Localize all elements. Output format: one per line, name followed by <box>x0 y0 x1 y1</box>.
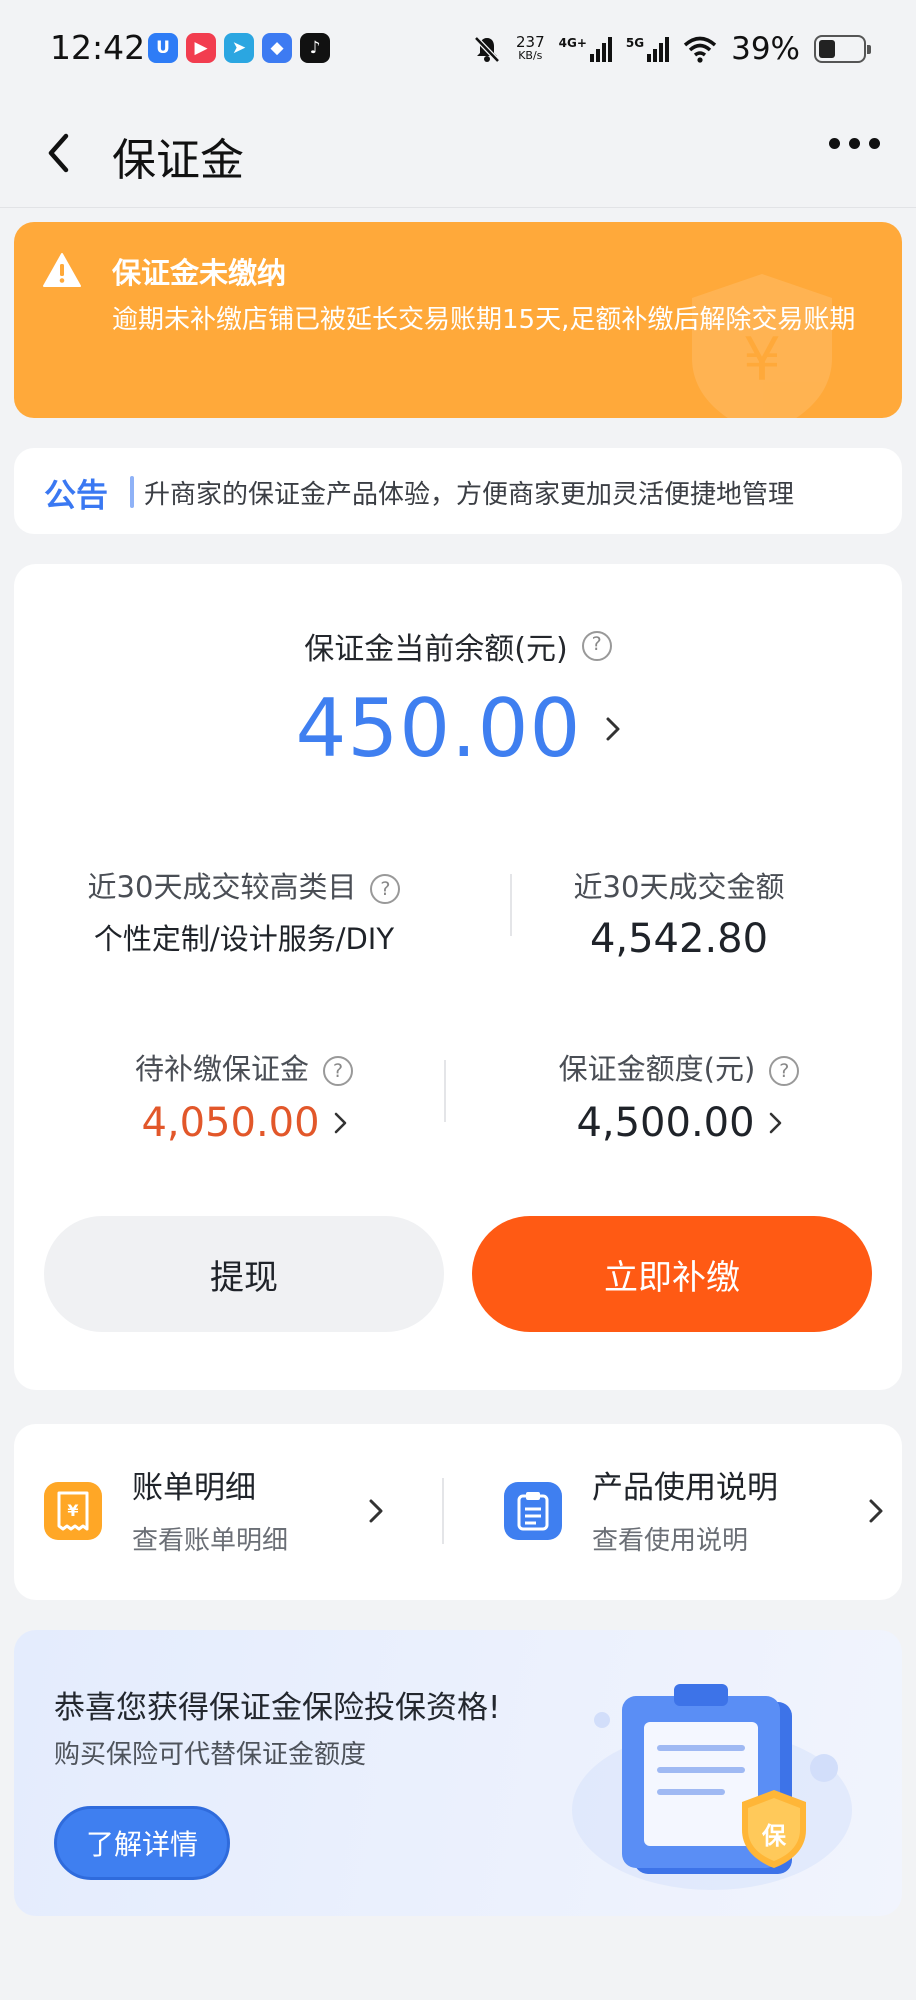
top-category-label: 近30天成交较高类目 <box>87 870 357 904</box>
top-category-value: 个性定制/设计服务/DIY <box>93 922 395 956</box>
product-guide-title: 产品使用说明 <box>592 1470 778 1506</box>
insurance-promo-banner: 恭喜您获得保证金保险投保资格! 购买保险可代替保证金额度 了解详情 保 <box>14 1630 902 1916</box>
mute-bell-icon <box>474 36 500 63</box>
balance-label-row: 保证金当前余额(元)? <box>14 624 902 668</box>
pending-deposit-label: 待补缴保证金 <box>134 1052 309 1086</box>
announcement-bar[interactable]: 公告 升商家的保证金产品体验，方便商家更加灵活便捷地管理 <box>14 448 902 534</box>
signal-4g-label: 4G+ <box>558 36 587 50</box>
question-icon[interactable]: ? <box>581 631 612 661</box>
gmv-value: 4,542.80 <box>589 916 769 962</box>
pending-deposit-stat[interactable]: 待补缴保证金? 4,050.00 <box>64 1046 424 1146</box>
more-dot <box>849 138 860 149</box>
more-dot <box>829 138 840 149</box>
question-icon[interactable]: ? <box>769 1056 800 1086</box>
network-speed-value: 237 <box>515 33 545 51</box>
question-icon[interactable]: ? <box>370 874 401 904</box>
chevron-right-icon <box>769 1112 781 1134</box>
signal-bars-icon <box>647 36 670 62</box>
chevron-right-icon <box>334 1112 346 1134</box>
bill-details-link[interactable]: ¥ 账单明细 查看账单明细 <box>14 1424 444 1600</box>
product-guide-link[interactable]: 产品使用说明 查看使用说明 <box>474 1424 902 1600</box>
promo-title: 恭喜您获得保证金保险投保资格! <box>54 1690 501 1726</box>
network-speed: 237 KB/s <box>516 35 545 63</box>
balance-label: 保证金当前余额(元) <box>304 632 568 667</box>
notification-app-icons: U ▶ ➤ ◆ ♪ <box>148 33 330 63</box>
nav-bar: 保证金 <box>0 98 916 208</box>
chevron-right-icon <box>869 1499 883 1523</box>
status-indicators: 237 KB/s 4G+ 5G 39% <box>472 28 871 70</box>
divider <box>444 1060 446 1122</box>
pending-deposit-value: 4,050.00 <box>141 1100 320 1146</box>
chevron-left-icon <box>48 133 69 173</box>
signal-5g: 5G <box>625 36 670 62</box>
status-bar: 12:42 U ▶ ➤ ◆ ♪ 237 KB/s 4G+ 5G 39% <box>0 0 916 98</box>
battery-icon <box>814 35 871 63</box>
bill-details-subtitle: 查看账单明细 <box>132 1526 289 1556</box>
quick-links-card: ¥ 账单明细 查看账单明细 产品使用说明 查看使用说明 <box>14 1424 902 1600</box>
divider <box>442 1478 444 1544</box>
yuan-receipt-icon: ¥ <box>44 1482 102 1540</box>
wifi-icon <box>683 36 717 63</box>
learn-more-button[interactable]: 了解详情 <box>54 1806 230 1880</box>
deposit-limit-value: 4,500.00 <box>576 1100 755 1146</box>
top-category-stat: 近30天成交较高类目? 个性定制/设计服务/DIY <box>64 864 424 958</box>
signal-5g-label: 5G <box>625 36 645 50</box>
withdraw-button[interactable]: 提现 <box>44 1216 444 1332</box>
tiktok-icon: ♪ <box>300 33 330 63</box>
signal-bars-icon <box>589 36 612 62</box>
page-title: 保证金 <box>112 135 244 186</box>
pay-now-button[interactable]: 立即补缴 <box>472 1216 872 1332</box>
question-icon[interactable]: ? <box>323 1056 353 1086</box>
battery-percent: 39% <box>731 31 800 67</box>
app-icon-tile: ◆ <box>262 33 292 63</box>
shield-badge-icon: 保 <box>761 1822 787 1850</box>
app-icon-red: ▶ <box>186 33 216 63</box>
balance-value: 450.00 <box>295 682 582 775</box>
product-guide-subtitle: 查看使用说明 <box>592 1526 749 1556</box>
promo-subtitle: 购买保险可代替保证金额度 <box>54 1740 367 1770</box>
clipboard-icon <box>504 1482 562 1540</box>
deposit-limit-stat[interactable]: 保证金额度(元)? 4,500.00 <box>494 1046 864 1146</box>
bill-details-title: 账单明细 <box>132 1470 256 1506</box>
gmv-label: 近30天成交金额 <box>573 870 785 904</box>
deposit-unpaid-alert: ¥ 保证金未缴纳 逾期未补缴店铺已被延长交易账期15天,足额补缴后解除交易账期 <box>14 222 902 418</box>
chevron-right-icon <box>369 1499 383 1523</box>
chevron-right-icon <box>606 717 619 740</box>
deposit-summary-card: 保证金当前余额(元)? 450.00 近30天成交较高类目? 个性定制/设计服务… <box>14 564 902 1390</box>
status-time: 12:42 <box>50 28 146 67</box>
deposit-limit-label: 保证金额度(元) <box>558 1052 756 1086</box>
svg-text:¥: ¥ <box>67 1501 78 1520</box>
alert-title: 保证金未缴纳 <box>112 256 287 290</box>
announcement-divider <box>130 476 134 508</box>
alert-message: 逾期未补缴店铺已被延长交易账期15天,足额补缴后解除交易账期 <box>112 305 856 335</box>
more-dot <box>869 138 880 149</box>
signal-4g: 4G+ <box>559 36 612 62</box>
announcement-label: 公告 <box>44 476 109 514</box>
shield-watermark-icon: ¥ <box>692 274 832 418</box>
warning-icon <box>43 253 81 287</box>
announcement-text: 升商家的保证金产品体验，方便商家更加灵活便捷地管理 <box>144 480 795 510</box>
network-speed-unit: KB/s <box>518 49 543 62</box>
balance-row[interactable]: 450.00 <box>14 682 902 775</box>
back-button[interactable] <box>38 128 78 178</box>
app-icon-blue: U <box>148 33 178 63</box>
more-button[interactable] <box>829 138 880 149</box>
gmv-stat: 近30天成交金额 4,542.80 <box>494 864 864 962</box>
telegram-icon: ➤ <box>224 33 254 63</box>
insurance-clipboard-illustration: 保 <box>572 1684 852 1890</box>
